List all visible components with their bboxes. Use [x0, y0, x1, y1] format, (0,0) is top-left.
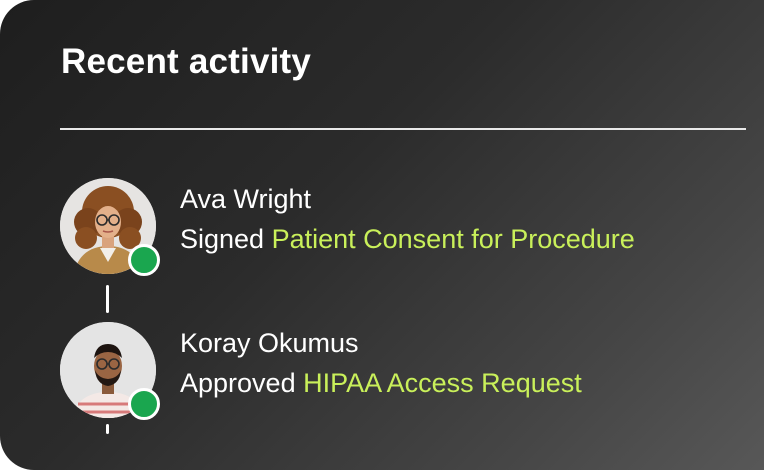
activity-user-name: Ava Wright — [180, 184, 312, 214]
activity-action: Signed — [180, 224, 265, 254]
card-title: Recent activity — [61, 42, 312, 81]
recent-activity-card: Recent activity Ava Wright Signed Patien… — [0, 0, 764, 470]
activity-description: Signed Patient Consent for Procedure — [180, 222, 635, 256]
document-link[interactable]: Patient Consent for Procedure — [272, 224, 635, 254]
activity-user-name: Koray Okumus — [180, 328, 359, 358]
online-status-indicator — [128, 388, 160, 420]
timeline-connector — [106, 424, 109, 434]
online-status-indicator — [128, 244, 160, 276]
timeline-connector — [106, 285, 109, 313]
document-link[interactable]: HIPAA Access Request — [303, 368, 582, 398]
divider — [60, 128, 746, 130]
activity-item: Koray Okumus Approved HIPAA Access Reque… — [60, 322, 750, 422]
activity-action: Approved — [180, 368, 296, 398]
activity-item: Ava Wright Signed Patient Consent for Pr… — [60, 178, 750, 278]
activity-description: Approved HIPAA Access Request — [180, 366, 582, 400]
